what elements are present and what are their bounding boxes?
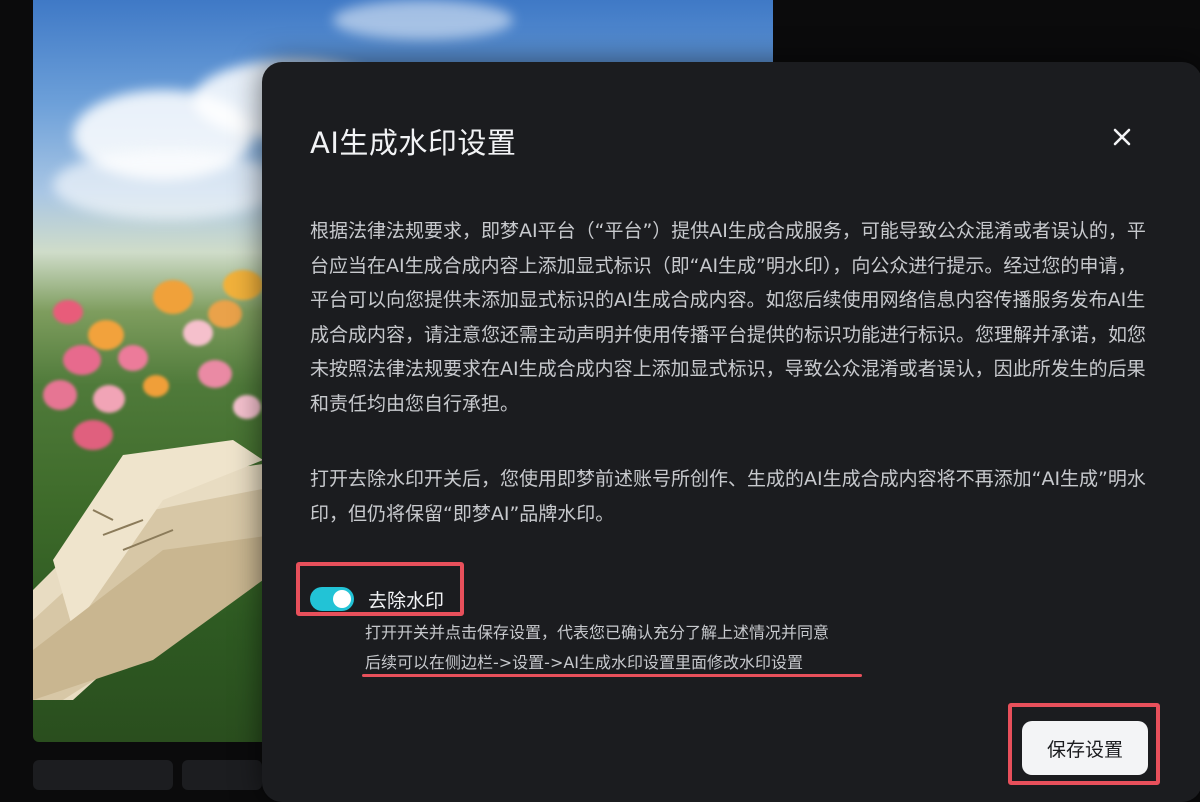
remove-watermark-toggle-row[interactable]: 去除水印 (310, 581, 444, 617)
legal-notice-paragraph: 根据法律法规要求，即梦AI平台（“平台”）提供AI生成合成服务，可能导致公众混淆… (310, 220, 1147, 415)
confirmation-note: 打开开关并点击保存设置，代表您已确认充分了解上述情况并同意 (365, 623, 830, 642)
modal-title: AI生成水印设置 (310, 126, 517, 160)
close-button[interactable] (1107, 122, 1137, 152)
bottom-tab-chip[interactable] (182, 760, 262, 790)
toggle-label: 去除水印 (368, 589, 445, 612)
close-icon (1113, 128, 1131, 146)
settings-path-note: 后续可以在侧边栏->设置->AI生成水印设置里面修改水印设置 (365, 653, 804, 672)
annotation-underline (362, 674, 862, 677)
save-settings-button[interactable]: 保存设置 (1022, 721, 1148, 775)
watermark-removal-info-paragraph: 打开去除水印开关后，您使用即梦前述账号所创作、生成的AI生成合成内容将不再添加“… (310, 468, 1146, 525)
bottom-tab-chip[interactable] (33, 760, 173, 790)
toggle-knob (333, 590, 351, 608)
watermark-settings-modal: AI生成水印设置 根据法律法规要求，即梦AI平台（“平台”）提供AI生成合成服务… (262, 62, 1200, 802)
remove-watermark-toggle[interactable] (310, 587, 354, 611)
